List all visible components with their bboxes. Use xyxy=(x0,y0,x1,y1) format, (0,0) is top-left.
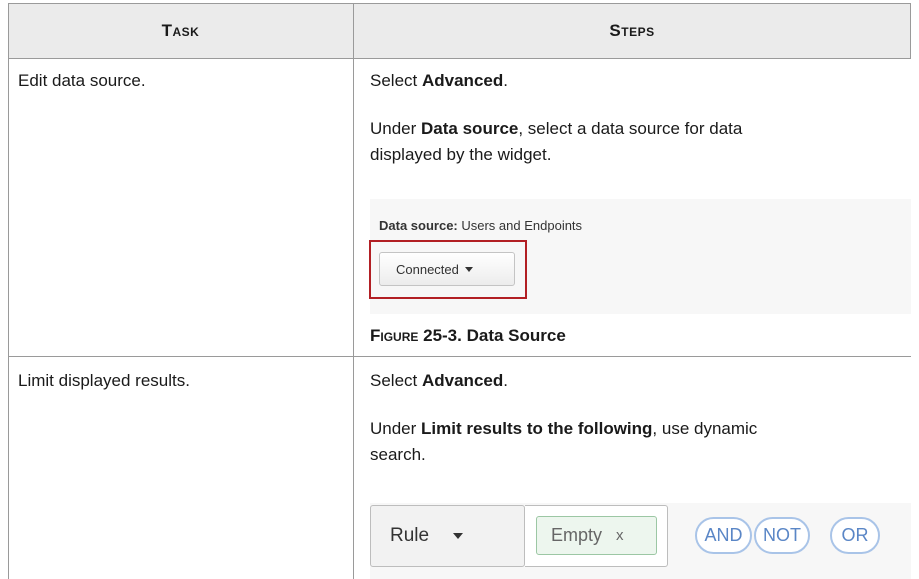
or-operator-button[interactable]: OR xyxy=(830,517,880,554)
rule-dropdown[interactable]: Rule xyxy=(370,505,525,567)
row1-step1: Select Advanced. xyxy=(370,71,508,90)
row2-step2-line2: search. xyxy=(370,445,426,464)
empty-chip: Empty x xyxy=(536,516,657,555)
row1-step2: Under Data source, select a data source … xyxy=(370,119,743,138)
row1-step2-line2: displayed by the widget. xyxy=(370,145,552,164)
close-icon[interactable]: x xyxy=(616,527,624,544)
header-task: Task xyxy=(161,21,200,40)
chevron-down-icon xyxy=(464,266,473,272)
row-divider xyxy=(8,356,911,357)
table-right-border xyxy=(910,3,911,59)
figure-caption: Figure 25-3. Data Source xyxy=(370,326,566,345)
table-left-border xyxy=(8,3,9,579)
chevron-down-icon xyxy=(453,533,464,539)
row2-step1: Select Advanced. xyxy=(370,371,508,390)
row1-task: Edit data source. xyxy=(18,71,146,90)
connected-dropdown[interactable]: Connected xyxy=(379,252,515,286)
and-operator-button[interactable]: AND xyxy=(695,517,752,554)
data-source-label: Data source: Users and Endpoints xyxy=(379,218,583,233)
row2-task: Limit displayed results. xyxy=(18,371,190,390)
not-operator-button[interactable]: NOT xyxy=(754,517,810,554)
row2-step2: Under Limit results to the following, us… xyxy=(370,419,758,438)
column-divider xyxy=(353,3,354,579)
header-steps: Steps xyxy=(609,21,655,40)
